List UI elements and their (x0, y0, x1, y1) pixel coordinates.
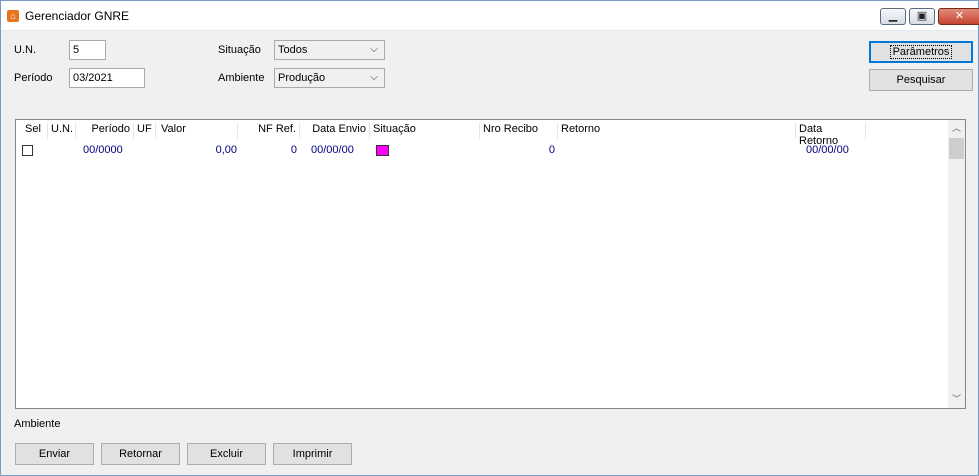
main-window: ⌂ Gerenciador GNRE ▁ ▣ ✕ U.N. 5 Período … (0, 0, 979, 476)
col-header-nro-recibo[interactable]: Nro Recibo (480, 123, 558, 139)
periodo-label: Período (14, 72, 53, 84)
gnre-grid[interactable]: Sel U.N. Período UF Valor NF Ref. Data E… (15, 119, 966, 409)
scroll-down-icon[interactable]: ﹀ (948, 391, 965, 408)
un-label: U.N. (14, 44, 36, 56)
title-bar: ⌂ Gerenciador GNRE ▁ ▣ ✕ (1, 1, 979, 31)
app-icon: ⌂ (7, 10, 19, 22)
pesquisar-button[interactable]: Pesquisar (869, 69, 973, 91)
col-header-data-envio[interactable]: Data Envio (300, 123, 370, 139)
col-header-data-retorno[interactable]: Data Retorno (796, 123, 866, 147)
grid-header: Sel U.N. Período UF Valor NF Ref. Data E… (16, 120, 950, 147)
col-header-retorno[interactable]: Retorno (558, 123, 796, 139)
grid-vertical-scrollbar[interactable]: ︿ ﹀ (948, 120, 965, 408)
chevron-down-icon: ⌵ (370, 72, 378, 83)
minimize-button[interactable]: ▁ (880, 8, 906, 25)
enviar-button[interactable]: Enviar (15, 443, 94, 465)
col-header-uf[interactable]: UF (134, 123, 156, 139)
situacao-select-value: Todos (278, 44, 308, 56)
col-header-valor[interactable]: Valor (158, 123, 238, 139)
ambiente-label: Ambiente (218, 72, 265, 84)
maximize-button[interactable]: ▣ (909, 8, 935, 25)
cell-data-retorno: 00/00/00 (806, 144, 849, 156)
chevron-down-icon: ⌵ (370, 44, 378, 55)
cell-nf-ref: 0 (290, 144, 297, 156)
col-header-nf-ref[interactable]: NF Ref. (238, 123, 300, 139)
col-header-un[interactable]: U.N. (48, 123, 76, 139)
col-header-situacao[interactable]: Situação (370, 123, 480, 139)
imprimir-button[interactable]: Imprimir (273, 443, 352, 465)
col-header-periodo[interactable]: Período (76, 123, 134, 139)
situacao-status-swatch (376, 145, 389, 156)
scroll-thumb[interactable] (949, 138, 964, 159)
retornar-button[interactable]: Retornar (101, 443, 180, 465)
close-button[interactable]: ✕ (938, 8, 979, 25)
ambiente-select-value: Produção (278, 72, 326, 84)
situacao-label: Situação (218, 44, 261, 56)
parametros-button[interactable]: Parâmetros (869, 41, 973, 63)
cell-data-envio: 00/00/00 (311, 144, 354, 156)
situacao-select[interactable]: Todos ⌵ (274, 40, 385, 60)
maximize-icon: ▣ (916, 10, 928, 22)
window-title: Gerenciador GNRE (25, 9, 130, 23)
cell-periodo: 00/0000 (83, 144, 123, 156)
cell-valor: 0,00 (215, 144, 237, 156)
col-header-sel[interactable]: Sel (22, 123, 48, 139)
cell-nro-recibo: 0 (548, 144, 555, 156)
row-select-checkbox[interactable] (22, 145, 33, 156)
minimize-icon: ▁ (888, 10, 898, 22)
ambiente-select[interactable]: Produção ⌵ (274, 68, 385, 88)
parametros-button-label: Parâmetros (889, 45, 953, 59)
close-icon: ✕ (954, 10, 965, 22)
un-input[interactable]: 5 (69, 40, 106, 60)
periodo-input[interactable]: 03/2021 (69, 68, 145, 88)
excluir-button[interactable]: Excluir (187, 443, 266, 465)
scroll-up-icon[interactable]: ︿ (948, 120, 965, 137)
ambiente-footer-label: Ambiente (14, 418, 61, 430)
